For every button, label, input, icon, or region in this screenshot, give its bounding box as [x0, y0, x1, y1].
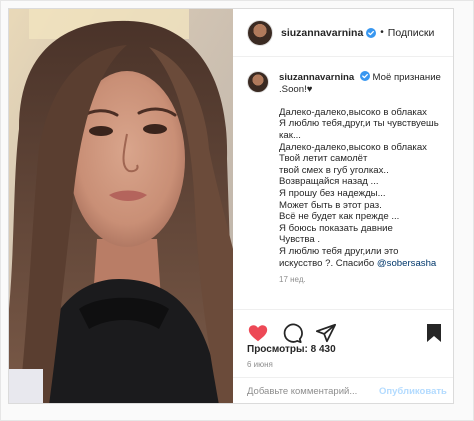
publish-button[interactable]: Опубликовать — [379, 386, 447, 397]
caption-line: Я боюсь показать давние — [279, 222, 393, 234]
comment-input[interactable] — [247, 386, 379, 397]
caption-area: siuzannavarnina Моё признание .Soon!♥ Да… — [233, 57, 453, 303]
caption-line: .Soon!♥ — [279, 83, 313, 95]
verified-badge-icon — [366, 27, 377, 38]
caption-line: Может быть в этот раз. — [279, 199, 382, 211]
screenshot-frame: siuzannavarnina • Подписки siuzannavarni… — [0, 0, 474, 421]
caption-avatar[interactable] — [247, 71, 269, 93]
instagram-post: siuzannavarnina • Подписки siuzannavarni… — [8, 8, 454, 404]
caption-line: Я люблю тебя друг,или это — [279, 245, 399, 257]
caption-line: Далеко-далеко,высоко в облаках — [279, 141, 427, 153]
share-icon[interactable] — [315, 322, 337, 344]
caption-line: Возвращайся назад ... — [279, 176, 379, 188]
comment-icon[interactable] — [281, 322, 303, 344]
photo-illustration — [9, 9, 233, 403]
caption-line: Далеко-далеко,высоко в облаках — [279, 106, 427, 118]
caption-line: Всё не будет как прежде ... — [279, 211, 400, 223]
caption-row: siuzannavarnina Моё признание .Soon!♥ Да… — [247, 71, 445, 286]
views-count: Просмотры: 8 430 — [247, 344, 336, 355]
verified-badge-icon — [359, 71, 370, 81]
caption-line: Я люблю тебя,друг,и ты чувствуешь — [279, 118, 439, 130]
post-header: siuzannavarnina • Подписки — [233, 9, 453, 57]
caption-first-line: siuzannavarnina Моё признание — [279, 71, 445, 84]
caption-timestamp: 17 нед. — [279, 275, 306, 285]
heart-icon[interactable] — [247, 322, 269, 344]
caption-username[interactable]: siuzannavarnina — [279, 72, 354, 83]
caption-line: твой смех в губ уголках.. — [279, 164, 389, 176]
caption-first-text: Моё признание — [372, 72, 441, 83]
mention-link[interactable]: @sobersasha — [377, 258, 436, 269]
bookmark-icon[interactable] — [425, 323, 443, 343]
following-button[interactable]: Подписки — [388, 27, 435, 39]
caption-last-line: искусство ?. Спасибо @sobersasha — [279, 258, 445, 270]
separator-dot: • — [380, 27, 384, 38]
action-bar — [233, 309, 453, 349]
post-sidebar: siuzannavarnina • Подписки siuzannavarni… — [233, 9, 453, 403]
caption-line: искусство ?. Спасибо — [279, 257, 375, 269]
caption-text: siuzannavarnina Моё признание .Soon!♥ Да… — [279, 71, 445, 286]
author-username[interactable]: siuzannavarnina — [281, 27, 363, 39]
caption-line — [279, 95, 445, 107]
caption-line: Чувства . — [279, 234, 321, 246]
caption-line: Я прошу без надежды... — [279, 187, 386, 199]
post-photo[interactable] — [9, 9, 233, 403]
author-avatar[interactable] — [247, 19, 273, 46]
caption-line: как... — [279, 129, 301, 141]
comment-bar: Опубликовать — [233, 377, 453, 403]
caption-line: Твой летит самолёт — [279, 153, 368, 165]
post-date: 6 июня — [247, 360, 273, 369]
